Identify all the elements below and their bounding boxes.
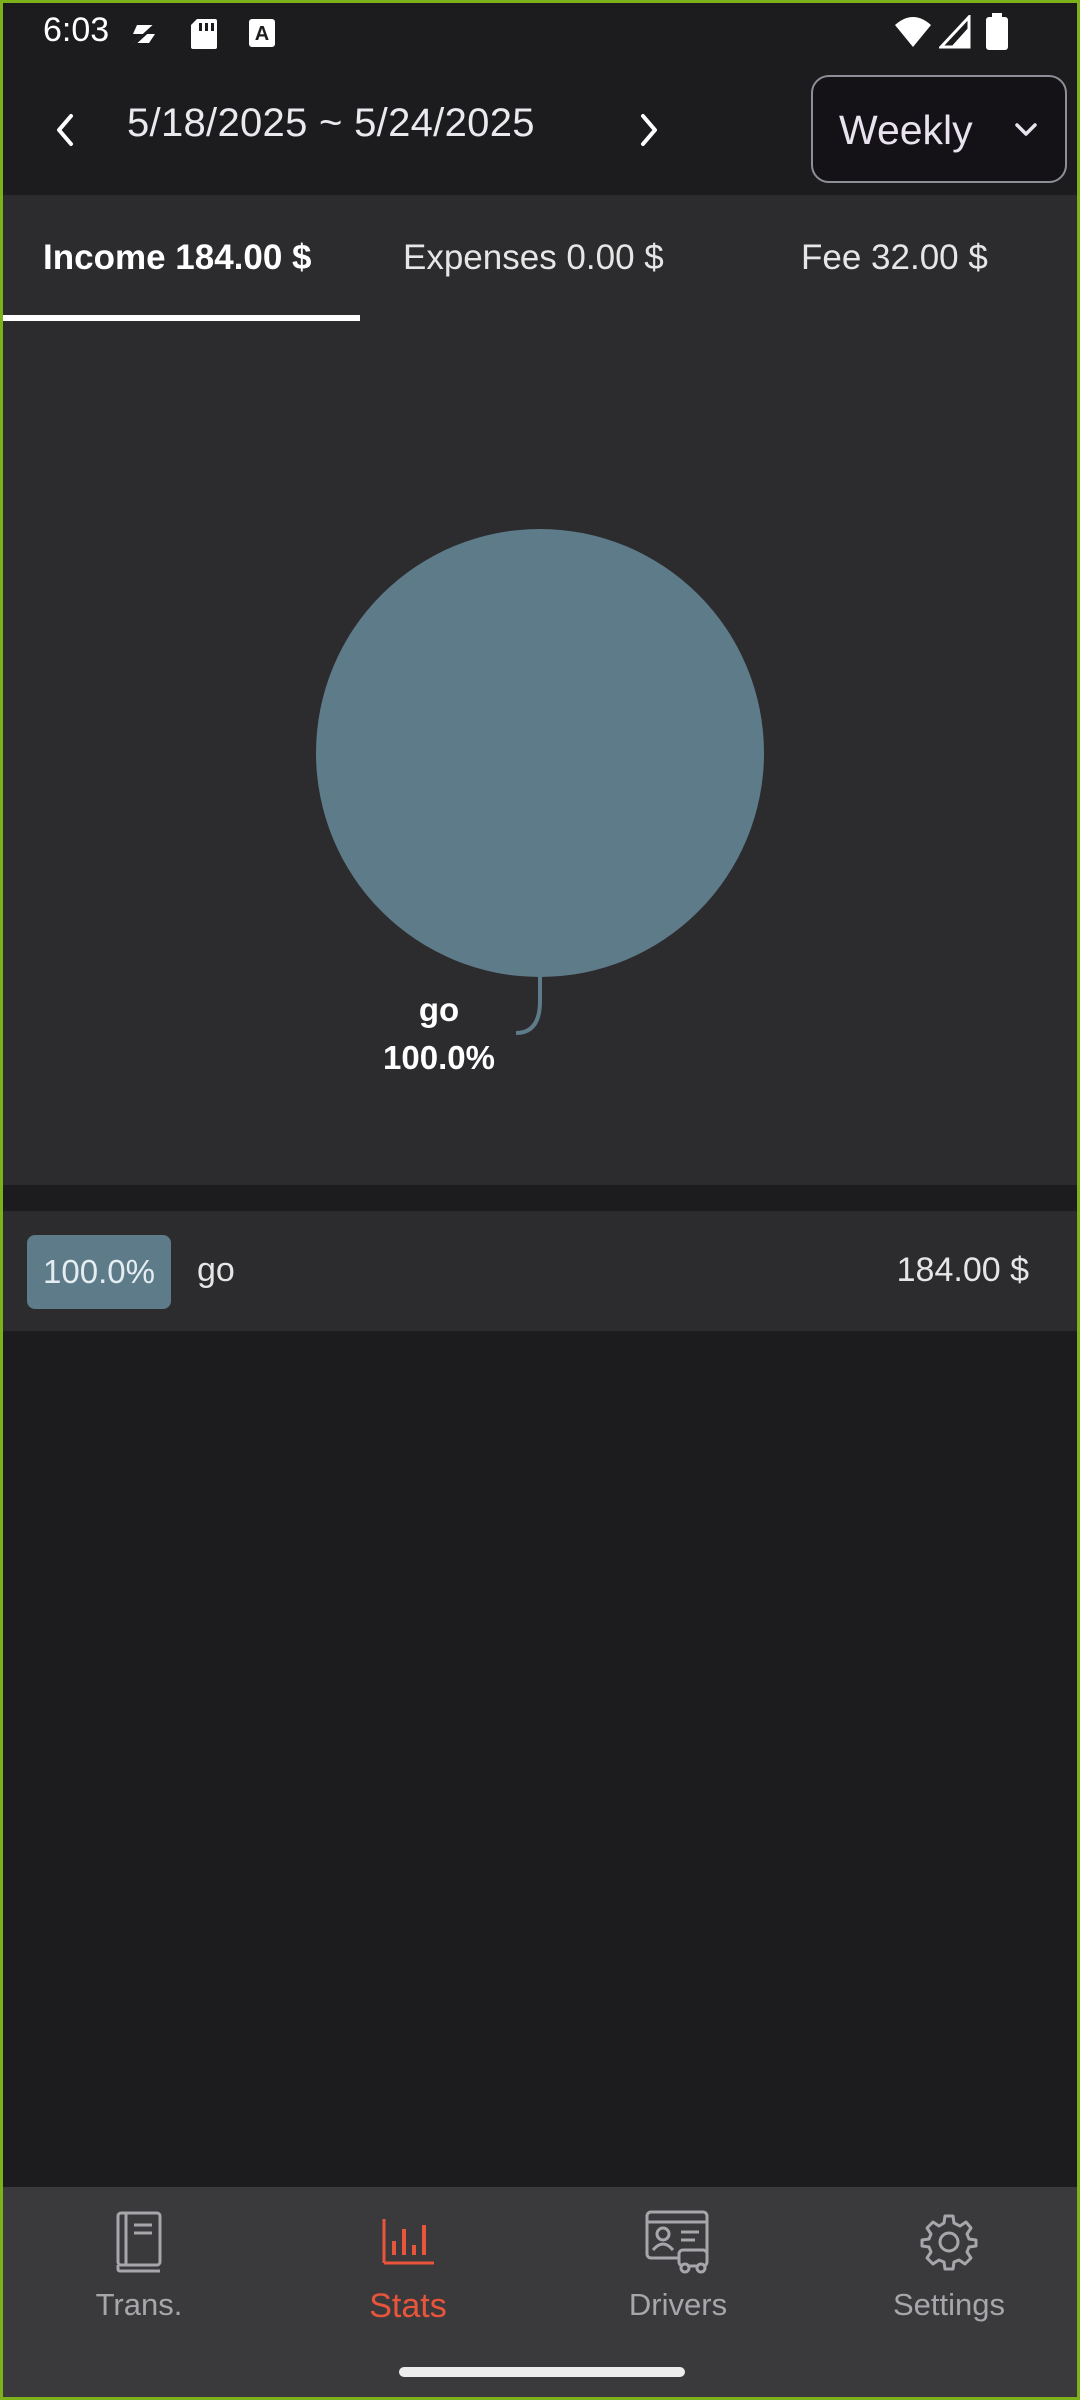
pie-slice-label: go xyxy=(419,991,459,1028)
nav-label-trans: Trans. xyxy=(95,2287,183,2322)
home-indicator[interactable] xyxy=(399,2367,685,2377)
previous-period-button[interactable] xyxy=(41,105,91,155)
nav-item-trans[interactable]: Trans. xyxy=(29,2207,249,2337)
period-selected-value: Weekly xyxy=(839,107,973,153)
category-amount: 184.00 $ xyxy=(896,1251,1029,1289)
date-range: 5/18/2025 ~ 5/24/2025 xyxy=(127,101,535,145)
chevron-right-icon xyxy=(641,114,657,146)
pie-chart: go 100.0% xyxy=(316,529,764,1076)
driver-card-icon xyxy=(645,2210,709,2274)
tab-fee-label: Fee 32.00 $ xyxy=(801,238,988,277)
tab-expenses[interactable]: Expenses 0.00 $ xyxy=(403,195,681,321)
wifi-icon xyxy=(895,17,931,47)
nav-label-settings: Settings xyxy=(892,2287,1005,2322)
pie-slice-go xyxy=(316,529,764,977)
nav-item-stats[interactable]: Stats xyxy=(298,2207,518,2337)
tab-income[interactable]: Income 184.00 $ xyxy=(43,195,319,321)
tab-bar: Income 184.00 $ Expenses 0.00 $ Fee 32.0… xyxy=(3,195,1077,322)
list-item[interactable]: 100.0% go 184.00 $ xyxy=(3,1211,1077,1331)
pie-slice-percent: 100.0% xyxy=(383,1039,495,1076)
svg-text:A: A xyxy=(255,23,269,45)
battery-icon xyxy=(986,13,1008,50)
tab-fee[interactable]: Fee 32.00 $ xyxy=(801,195,1061,321)
next-period-button[interactable] xyxy=(623,105,673,155)
book-icon xyxy=(116,2211,162,2273)
status-bar: 6:03 A xyxy=(3,3,1077,65)
chevron-left-icon xyxy=(57,114,73,146)
pie-leader-line xyxy=(515,977,542,1035)
header: 5/18/2025 ~ 5/24/2025 Weekly xyxy=(3,65,1077,195)
category-name: go xyxy=(197,1251,235,1289)
tab-expenses-label: Expenses 0.00 $ xyxy=(403,238,664,277)
ringtone-off-icon xyxy=(131,21,159,47)
chevron-down-icon xyxy=(1015,123,1037,136)
nav-item-drivers[interactable]: Drivers xyxy=(568,2207,788,2337)
nav-label-stats: Stats xyxy=(369,2287,447,2325)
gear-icon xyxy=(920,2214,978,2271)
chart-panel: go 100.0% xyxy=(3,321,1077,1185)
tab-income-label: Income 184.00 $ xyxy=(43,238,312,277)
percent-badge: 100.0% xyxy=(27,1235,171,1309)
signal-icon xyxy=(939,15,971,49)
nav-item-settings[interactable]: Settings xyxy=(839,2207,1059,2337)
period-dropdown[interactable]: Weekly xyxy=(811,75,1067,183)
sd-card-icon xyxy=(191,19,217,49)
bar-chart-icon xyxy=(382,2219,434,2265)
bottom-navigation: Trans. Stats Drivers Settings xyxy=(3,2187,1077,2397)
keyboard-a-icon: A xyxy=(249,19,275,47)
nav-label-drivers: Drivers xyxy=(628,2287,728,2322)
status-time: 6:03 xyxy=(43,11,110,49)
